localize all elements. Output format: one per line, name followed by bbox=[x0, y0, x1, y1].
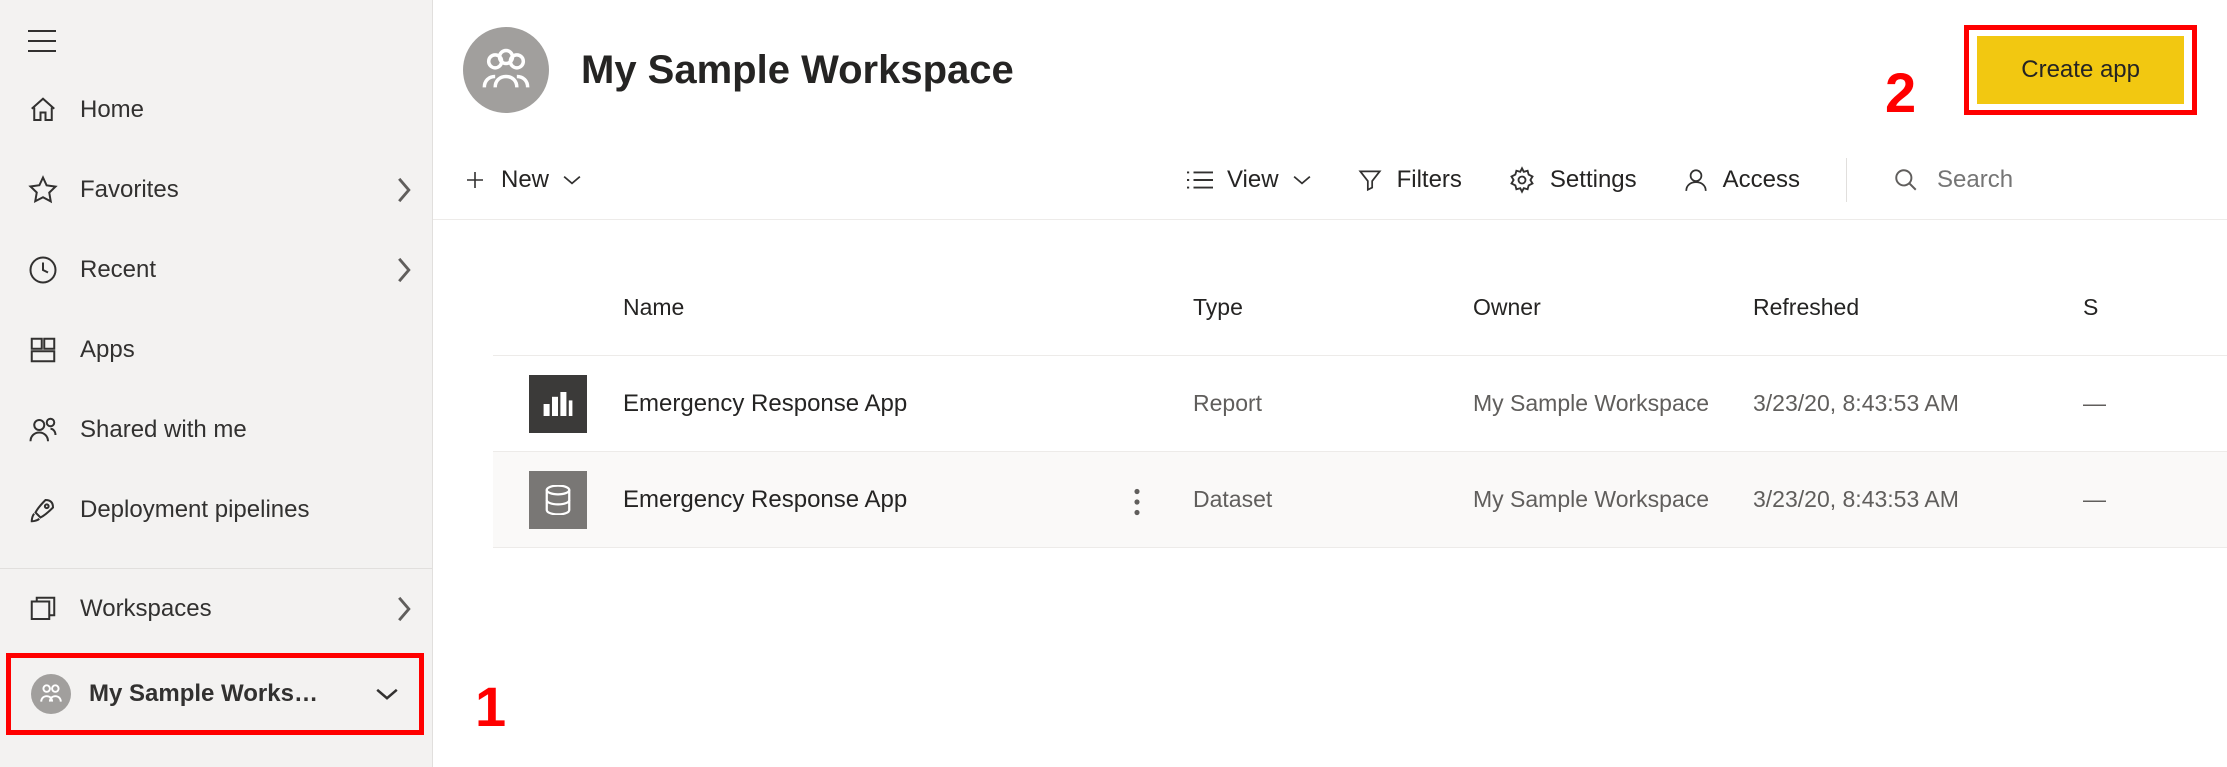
star-icon bbox=[28, 175, 58, 205]
sidebar-item-home[interactable]: Home bbox=[0, 70, 432, 150]
sidebar-item-label: Shared with me bbox=[80, 416, 412, 444]
content-table: Name Type Owner Refreshed S Emergency Re… bbox=[493, 260, 2227, 548]
toolbar-label: View bbox=[1227, 166, 1279, 194]
plus-icon bbox=[463, 168, 487, 192]
search-box[interactable] bbox=[1893, 166, 2197, 194]
sidebar-item-label: Workspaces bbox=[80, 595, 396, 623]
current-workspace-label: My Sample Works… bbox=[89, 680, 375, 708]
current-workspace[interactable]: My Sample Works… bbox=[6, 653, 424, 735]
col-s[interactable]: S bbox=[2083, 294, 2143, 321]
hamburger-icon bbox=[28, 30, 56, 52]
table-row[interactable]: Emergency Response App Report My Sample … bbox=[493, 356, 2227, 452]
col-refreshed[interactable]: Refreshed bbox=[1753, 294, 2083, 321]
table-header: Name Type Owner Refreshed S bbox=[493, 260, 2227, 356]
toolbar-divider bbox=[1846, 158, 1847, 202]
item-s: — bbox=[2083, 390, 2143, 417]
table-row[interactable]: Emergency Response App Dataset My Sample… bbox=[493, 452, 2227, 548]
hamburger-menu[interactable] bbox=[0, 0, 432, 70]
toolbar-label: Settings bbox=[1550, 166, 1637, 194]
sidebar-item-pipelines[interactable]: Deployment pipelines bbox=[0, 470, 432, 550]
item-name: Emergency Response App bbox=[623, 486, 1193, 514]
people-group-icon bbox=[480, 44, 532, 96]
workspace-avatar bbox=[31, 674, 71, 714]
item-name: Emergency Response App bbox=[623, 390, 1193, 418]
chevron-right-icon bbox=[396, 177, 412, 203]
home-icon bbox=[28, 95, 58, 125]
item-type: Dataset bbox=[1193, 486, 1473, 513]
chevron-right-icon bbox=[396, 596, 412, 622]
sidebar-item-label: Apps bbox=[80, 336, 412, 364]
toolbar: New View Filters Settings Access bbox=[433, 140, 2227, 220]
chevron-right-icon bbox=[396, 257, 412, 283]
sidebar-item-workspaces[interactable]: Workspaces bbox=[0, 569, 432, 649]
chevron-down-icon bbox=[375, 687, 399, 701]
create-app-button[interactable]: Create app bbox=[1977, 36, 2184, 104]
sidebar-item-label: Favorites bbox=[80, 176, 396, 204]
item-refreshed: 3/23/20, 8:43:53 AM bbox=[1753, 390, 2083, 417]
col-owner[interactable]: Owner bbox=[1473, 294, 1753, 321]
sidebar-item-label: Deployment pipelines bbox=[80, 496, 412, 524]
dataset-icon bbox=[529, 471, 587, 529]
search-icon bbox=[1893, 167, 1919, 193]
sidebar-item-shared[interactable]: Shared with me bbox=[0, 390, 432, 470]
chevron-down-icon bbox=[563, 174, 581, 186]
view-button[interactable]: View bbox=[1187, 166, 1311, 194]
toolbar-label: Access bbox=[1723, 166, 1800, 194]
report-icon bbox=[529, 375, 587, 433]
person-icon bbox=[1683, 167, 1709, 193]
new-button[interactable]: New bbox=[463, 166, 581, 194]
rocket-icon bbox=[28, 495, 58, 525]
sidebar-item-label: Recent bbox=[80, 256, 396, 284]
item-type: Report bbox=[1193, 390, 1473, 417]
more-button[interactable] bbox=[1133, 488, 1141, 516]
annotation-box-2: Create app bbox=[1964, 25, 2197, 115]
workspace-avatar-large bbox=[463, 27, 549, 113]
people-icon bbox=[28, 415, 58, 445]
sidebar-item-recent[interactable]: Recent bbox=[0, 230, 432, 310]
clock-icon bbox=[28, 255, 58, 285]
search-input[interactable] bbox=[1937, 166, 2197, 194]
access-button[interactable]: Access bbox=[1683, 166, 1800, 194]
gear-icon bbox=[1508, 166, 1536, 194]
page-title: My Sample Workspace bbox=[581, 48, 1964, 93]
sidebar-item-apps[interactable]: Apps bbox=[0, 310, 432, 390]
workspaces-icon bbox=[28, 594, 58, 624]
workspace-header: My Sample Workspace Create app bbox=[433, 0, 2227, 140]
item-s: — bbox=[2083, 486, 2143, 513]
toolbar-label: New bbox=[501, 166, 549, 194]
col-type[interactable]: Type bbox=[1193, 294, 1473, 321]
toolbar-label: Filters bbox=[1397, 166, 1462, 194]
chevron-down-icon bbox=[1293, 174, 1311, 186]
item-owner: My Sample Workspace bbox=[1473, 390, 1753, 417]
sidebar: Home Favorites Recent Apps Shared with m… bbox=[0, 0, 433, 767]
col-name[interactable]: Name bbox=[623, 294, 1193, 321]
filter-icon bbox=[1357, 167, 1383, 193]
main: My Sample Workspace Create app New View … bbox=[433, 0, 2227, 548]
apps-icon bbox=[28, 335, 58, 365]
sidebar-item-label: Home bbox=[80, 96, 412, 124]
filters-button[interactable]: Filters bbox=[1357, 166, 1462, 194]
item-refreshed: 3/23/20, 8:43:53 AM bbox=[1753, 486, 2083, 513]
list-icon bbox=[1187, 170, 1213, 190]
settings-button[interactable]: Settings bbox=[1508, 166, 1637, 194]
more-vertical-icon bbox=[1133, 488, 1141, 516]
sidebar-item-favorites[interactable]: Favorites bbox=[0, 150, 432, 230]
annotation-1: 1 bbox=[475, 674, 506, 739]
item-owner: My Sample Workspace bbox=[1473, 486, 1753, 513]
people-group-icon bbox=[38, 681, 64, 707]
